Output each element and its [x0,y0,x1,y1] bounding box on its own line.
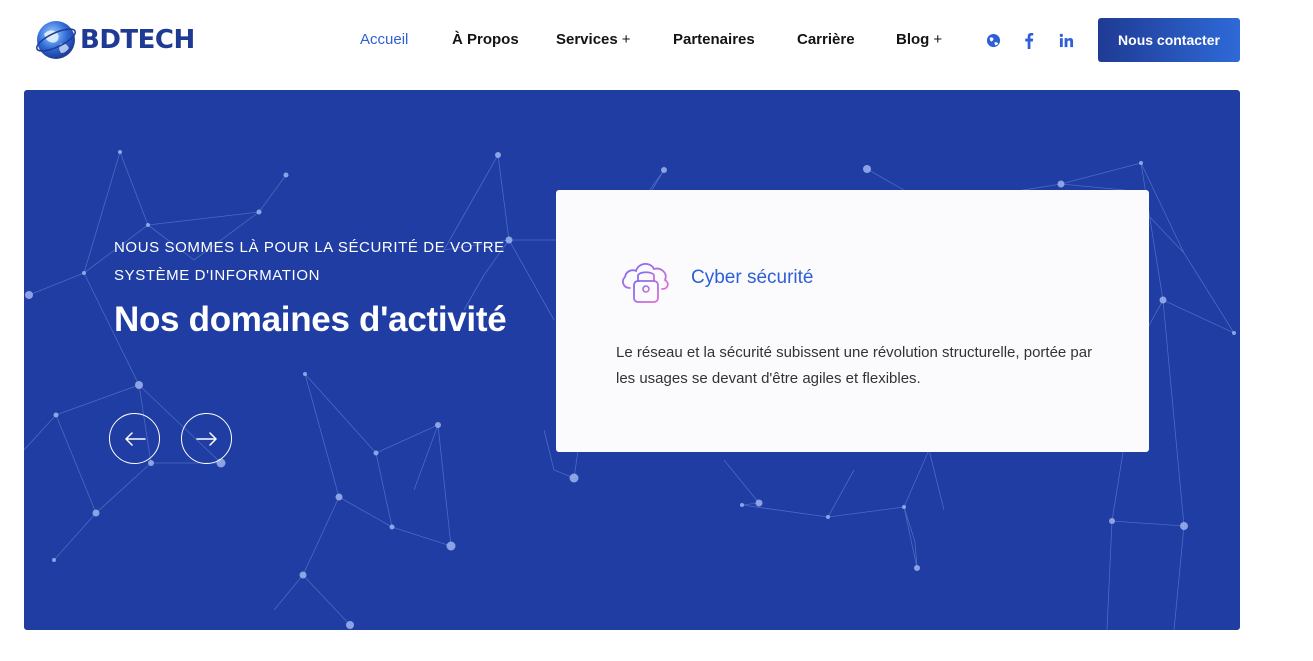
linkedin-icon[interactable] [1057,28,1075,52]
nav-carriere[interactable]: Carrière [797,28,855,52]
plus-icon: + [621,31,631,48]
card-title: Cyber sécurité [691,267,814,288]
nav-label: Services [556,31,618,48]
hero-section: NOUS SOMMES LÀ POUR LA SÉCURITÉ DE VOTRE… [24,90,1240,630]
prev-slide-button[interactable] [109,413,160,464]
hero-eyebrow: NOUS SOMMES LÀ POUR LA SÉCURITÉ DE VOTRE… [114,239,505,284]
globe-icon[interactable] [984,28,1002,52]
contact-button[interactable]: Nous contacter [1098,18,1240,62]
facebook-icon[interactable] [1022,28,1036,52]
plus-icon: + [933,31,943,48]
service-card[interactable]: Cyber sécurité Le réseau et la sécurité … [556,190,1149,452]
arrow-left-icon [124,431,146,446]
nav-blog[interactable]: Blog + [896,28,942,52]
nav-label: Blog [896,31,930,48]
cloud-lock-icon [622,263,669,303]
card-description: Le réseau et la sécurité subissent une r… [616,344,1093,387]
hero-title: Nos domaines d'activité [114,300,507,339]
nav-label: À Propos [452,31,519,48]
nav-services[interactable]: Services + [556,28,631,52]
nav-label: Accueil [360,31,409,48]
arrow-right-icon [195,431,217,446]
nav-label: Carrière [797,31,855,48]
nav-a-propos[interactable]: À Propos [452,28,519,52]
next-slide-button[interactable] [181,413,232,464]
nav-label: Partenaires [673,31,755,48]
nav-accueil[interactable]: Accueil [360,28,408,52]
nav-partenaires[interactable]: Partenaires [673,28,755,52]
site-header: BDTECH Accueil À Propos Services + Parten… [0,0,1313,80]
